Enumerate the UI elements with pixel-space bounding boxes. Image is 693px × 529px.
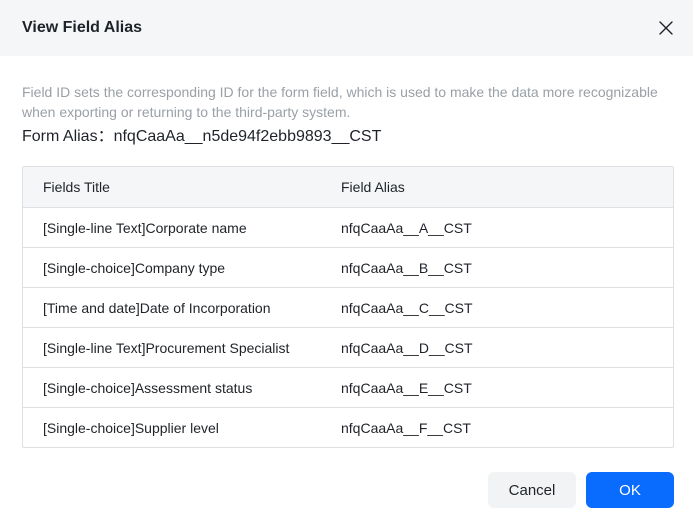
close-icon	[659, 21, 673, 35]
view-field-alias-dialog: View Field Alias Field ID sets the corre…	[0, 0, 693, 529]
field-alias-cell: nfqCaaAa__F__CST	[341, 419, 471, 436]
table-row: [Single-choice]Assessment status nfqCaaA…	[23, 367, 673, 407]
column-header-fields-title: Fields Title	[43, 179, 110, 195]
field-alias-cell: nfqCaaAa__B__CST	[341, 259, 472, 276]
form-alias: Form Alias：nfqCaaAa__n5de94f2ebb9893__CS…	[22, 127, 381, 147]
field-alias-cell: nfqCaaAa__A__CST	[341, 219, 472, 236]
dialog-header: View Field Alias	[0, 0, 693, 56]
field-alias-cell: nfqCaaAa__D__CST	[341, 339, 473, 356]
cancel-button[interactable]: Cancel	[488, 472, 576, 508]
table-header-row: Fields Title Field Alias	[23, 167, 673, 207]
dialog-footer: Cancel OK	[488, 472, 674, 508]
field-title-cell: [Time and date]Date of Incorporation	[43, 299, 271, 316]
field-title-cell: [Single-choice]Company type	[43, 259, 226, 276]
table-row: [Time and date]Date of Incorporation nfq…	[23, 287, 673, 327]
table-row: [Single-choice]Company type nfqCaaAa__B_…	[23, 247, 673, 287]
ok-button[interactable]: OK	[586, 472, 674, 508]
column-header-field-alias: Field Alias	[341, 179, 405, 195]
form-alias-label: Form Alias：	[22, 128, 114, 145]
close-button[interactable]	[655, 17, 677, 39]
field-alias-table: Fields Title Field Alias [Single-line Te…	[22, 166, 674, 448]
field-title-cell: [Single-line Text]Corporate name	[43, 219, 247, 236]
table-row: [Single-choice]Supplier level nfqCaaAa__…	[23, 407, 673, 447]
dialog-title: View Field Alias	[22, 19, 143, 36]
table-row: [Single-line Text]Procurement Specialist…	[23, 327, 673, 367]
dialog-description: Field ID sets the corresponding ID for t…	[22, 84, 658, 120]
table-row: [Single-line Text]Corporate name nfqCaaA…	[23, 207, 673, 247]
field-title-cell: [Single-choice]Assessment status	[43, 379, 253, 396]
form-alias-value: nfqCaaAa__n5de94f2ebb9893__CST	[113, 128, 382, 145]
field-title-cell: [Single-line Text]Procurement Specialist	[43, 339, 290, 356]
field-alias-cell: nfqCaaAa__E__CST	[341, 379, 472, 396]
field-alias-cell: nfqCaaAa__C__CST	[341, 299, 473, 316]
field-title-cell: [Single-choice]Supplier level	[43, 419, 219, 436]
